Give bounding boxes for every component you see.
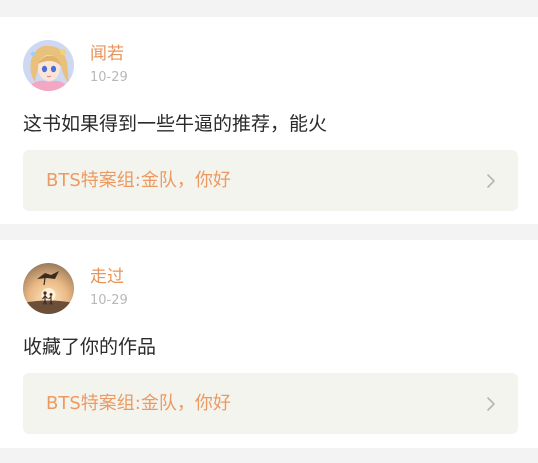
reply-preview[interactable]: BTS特案组:金队，你好 [23, 150, 518, 211]
chevron-right-icon [487, 396, 495, 411]
comment-author[interactable]: 闻若 [90, 44, 124, 64]
reply-preview[interactable]: BTS特案组:金队，你好 [23, 373, 518, 434]
comment-feed: 闻若 10-29 这书如果得到一些牛逼的推荐，能火 BTS特案组:金队，你好 走… [0, 0, 538, 463]
sunset-couple-avatar-icon [23, 263, 74, 314]
reply-text: BTS特案组:金队，你好 [46, 392, 231, 414]
comment-date: 10-29 [90, 293, 128, 308]
avatar[interactable] [23, 40, 74, 91]
comment-author[interactable]: 走过 [90, 267, 124, 287]
comment-text: 这书如果得到一些牛逼的推荐，能火 [23, 113, 328, 135]
comment-card: 闻若 10-29 这书如果得到一些牛逼的推荐，能火 BTS特案组:金队，你好 [0, 17, 538, 224]
comment-date: 10-29 [90, 70, 128, 85]
avatar[interactable] [23, 263, 74, 314]
comment-card: 走过 10-29 收藏了你的作品 BTS特案组:金队，你好 [0, 240, 538, 448]
comment-text: 收藏了你的作品 [23, 336, 157, 358]
chevron-right-icon [487, 173, 495, 188]
anime-girl-avatar-icon [23, 40, 74, 91]
reply-text: BTS特案组:金队，你好 [46, 169, 231, 191]
